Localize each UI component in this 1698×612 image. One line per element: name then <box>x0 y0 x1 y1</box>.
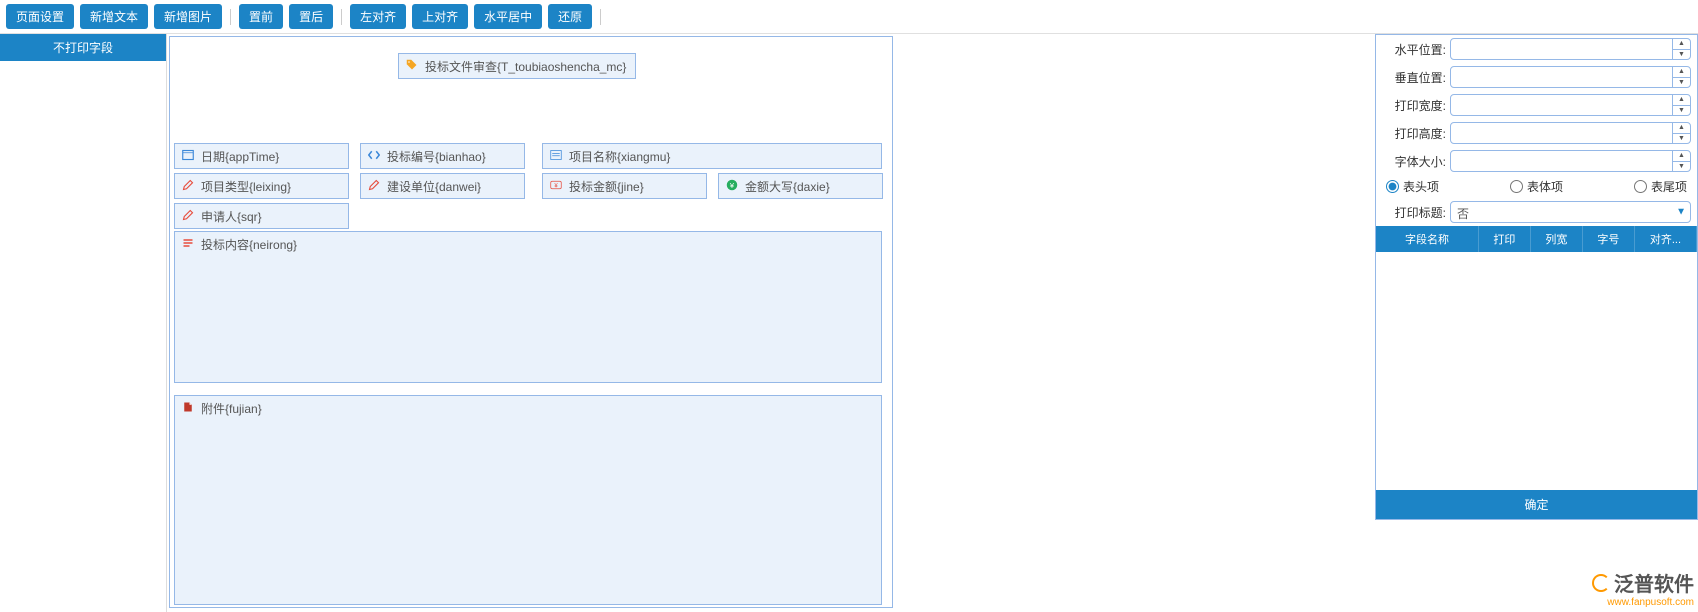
calendar-icon <box>181 148 195 162</box>
field-xiangmu[interactable]: 项目名称{xiangmu} <box>542 143 882 169</box>
prop-label: 垂直位置: <box>1382 69 1450 86</box>
col-width: 列宽 <box>1531 226 1583 252</box>
bring-front-button[interactable]: 置前 <box>239 4 283 29</box>
radio-body[interactable]: 表体项 <box>1510 178 1563 195</box>
prop-ptitle: 打印标题: 否 ▼ <box>1382 201 1691 223</box>
spin-up-icon[interactable]: ▲ <box>1673 95 1690 106</box>
field-label: 日期{appTime} <box>201 148 279 165</box>
prop-label: 打印高度: <box>1382 125 1450 142</box>
field-fujian[interactable]: 附件{fujian} <box>174 395 882 605</box>
grid-header: 字段名称 打印 列宽 字号 对齐... <box>1376 226 1697 252</box>
prop-vpos: 垂直位置: ▲▼ <box>1382 66 1691 88</box>
field-label: 投标文件审查{T_toubiaoshencha_mc} <box>425 58 626 75</box>
logo-text: 泛普软件 <box>1614 568 1694 597</box>
spin-down-icon[interactable]: ▼ <box>1673 106 1690 116</box>
spin-down-icon[interactable]: ▼ <box>1673 50 1690 60</box>
radio-head[interactable]: 表头项 <box>1386 178 1439 195</box>
page-settings-button[interactable]: 页面设置 <box>6 4 74 29</box>
radio-tail[interactable]: 表尾项 <box>1634 178 1687 195</box>
restore-button[interactable]: 还原 <box>548 4 592 29</box>
spin-up-icon[interactable]: ▲ <box>1673 123 1690 134</box>
tag-icon <box>405 58 419 72</box>
grid-body[interactable] <box>1376 252 1697 490</box>
yen-icon: ¥ <box>725 178 739 192</box>
add-image-button[interactable]: 新增图片 <box>154 4 222 29</box>
spin-down-icon[interactable]: ▼ <box>1673 162 1690 172</box>
toolbar: 页面设置 新增文本 新增图片 置前 置后 左对齐 上对齐 水平居中 还原 <box>0 0 1698 34</box>
vpos-input[interactable]: ▲▼ <box>1450 66 1691 88</box>
prop-pheight: 打印高度: ▲▼ <box>1382 122 1691 144</box>
confirm-button[interactable]: 确定 <box>1376 490 1697 519</box>
edit-icon <box>367 178 381 192</box>
col-field-name: 字段名称 <box>1376 226 1479 252</box>
field-title[interactable]: 投标文件审查{T_toubiaoshencha_mc} <box>398 53 636 79</box>
spin-down-icon[interactable]: ▼ <box>1673 78 1690 88</box>
col-align: 对齐... <box>1635 226 1697 252</box>
edit-icon <box>181 178 195 192</box>
prop-label: 水平位置: <box>1382 41 1450 58</box>
prop-hpos: 水平位置: ▲▼ <box>1382 38 1691 60</box>
field-label: 建设单位{danwei} <box>387 178 481 195</box>
chevron-down-icon[interactable]: ▼ <box>1676 207 1686 218</box>
field-bianhao[interactable]: 投标编号{bianhao} <box>360 143 525 169</box>
separator <box>600 9 601 25</box>
separator <box>341 9 342 25</box>
spin-up-icon[interactable]: ▲ <box>1673 67 1690 78</box>
field-label: 附件{fujian} <box>201 400 262 417</box>
hpos-input[interactable]: ▲▼ <box>1450 38 1691 60</box>
col-print: 打印 <box>1479 226 1531 252</box>
prop-fsize: 字体大小: ▲▼ <box>1382 150 1691 172</box>
fsize-input[interactable]: ▲▼ <box>1450 150 1691 172</box>
prop-label: 打印宽度: <box>1382 97 1450 114</box>
align-left-button[interactable]: 左对齐 <box>350 4 406 29</box>
field-leixing[interactable]: 项目类型{leixing} <box>174 173 349 199</box>
col-font: 字号 <box>1583 226 1635 252</box>
code-icon <box>367 148 381 162</box>
logo-icon <box>1592 574 1610 592</box>
field-date[interactable]: 日期{appTime} <box>174 143 349 169</box>
spin-down-icon[interactable]: ▼ <box>1673 134 1690 144</box>
align-top-button[interactable]: 上对齐 <box>412 4 468 29</box>
field-danwei[interactable]: 建设单位{danwei} <box>360 173 525 199</box>
field-sqr[interactable]: 申请人{sqr} <box>174 203 349 229</box>
field-label: 申请人{sqr} <box>201 208 262 225</box>
field-label: 投标内容{neirong} <box>201 236 297 253</box>
field-label: 项目类型{leixing} <box>201 178 291 195</box>
prop-pwidth: 打印宽度: ▲▼ <box>1382 94 1691 116</box>
attachment-icon <box>181 400 195 414</box>
right-panel: 水平位置: ▲▼ 垂直位置: ▲▼ 打印宽度: ▲▼ 打印高度: ▲▼ 字体大小… <box>1375 34 1698 520</box>
field-label: 项目名称{xiangmu} <box>569 148 670 165</box>
svg-text:¥: ¥ <box>554 183 558 189</box>
field-label: 金额大写{daxie} <box>745 178 830 195</box>
send-back-button[interactable]: 置后 <box>289 4 333 29</box>
align-hcenter-button[interactable]: 水平居中 <box>474 4 542 29</box>
field-neirong[interactable]: 投标内容{neirong} <box>174 231 882 383</box>
separator <box>230 9 231 25</box>
field-label: 投标金额{jine} <box>569 178 644 195</box>
spin-up-icon[interactable]: ▲ <box>1673 39 1690 50</box>
spin-up-icon[interactable]: ▲ <box>1673 151 1690 162</box>
prop-label: 字体大小: <box>1382 153 1450 170</box>
design-canvas[interactable]: 投标文件审查{T_toubiaoshencha_mc} 日期{appTime} … <box>169 36 893 608</box>
logo-url: www.fanpusoft.com <box>1592 597 1694 608</box>
pwidth-input[interactable]: ▲▼ <box>1450 94 1691 116</box>
section-radio-row: 表头项 表体项 表尾项 <box>1376 175 1697 198</box>
logo: 泛普软件 www.fanpusoft.com <box>1592 568 1694 608</box>
left-panel: 不打印字段 <box>0 34 167 612</box>
field-label: 投标编号{bianhao} <box>387 148 486 165</box>
add-text-button[interactable]: 新增文本 <box>80 4 148 29</box>
pheight-input[interactable]: ▲▼ <box>1450 122 1691 144</box>
money-icon: ¥ <box>549 178 563 192</box>
ptitle-combo[interactable]: 否 ▼ <box>1450 201 1691 223</box>
text-icon <box>181 236 195 250</box>
field-daxie[interactable]: ¥ 金额大写{daxie} <box>718 173 883 199</box>
list-icon <box>549 148 563 162</box>
left-panel-title: 不打印字段 <box>0 34 166 61</box>
edit-icon <box>181 208 195 222</box>
prop-label: 打印标题: <box>1382 204 1450 221</box>
field-jine[interactable]: ¥ 投标金额{jine} <box>542 173 707 199</box>
combo-value: 否 <box>1451 202 1690 225</box>
